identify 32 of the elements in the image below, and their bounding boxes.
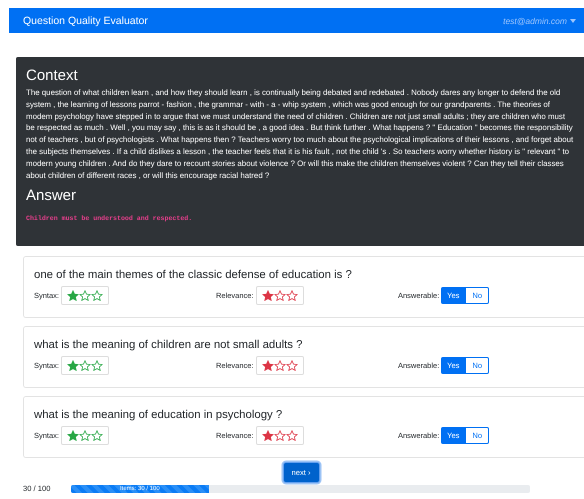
- star-icon[interactable]: [67, 290, 80, 301]
- star-icon[interactable]: [274, 430, 286, 441]
- question-text: what is the meaning of children are not small adults ?: [34, 339, 302, 351]
- star-icon[interactable]: [79, 430, 92, 441]
- star-icon[interactable]: [286, 430, 298, 441]
- star-rating[interactable]: [61, 426, 110, 445]
- star-icon[interactable]: [286, 290, 298, 301]
- star-rating[interactable]: [256, 286, 304, 305]
- question-text: what is the meaning of education in psychology ?: [34, 409, 282, 421]
- user-menu[interactable]: test@admin.com: [503, 16, 576, 26]
- star-rating[interactable]: [256, 356, 304, 375]
- star-icon[interactable]: [274, 360, 286, 371]
- star-icon[interactable]: [286, 360, 298, 371]
- star-icon[interactable]: [262, 360, 274, 371]
- star-icon[interactable]: [79, 290, 92, 301]
- star-icon[interactable]: [67, 360, 80, 371]
- star-icon[interactable]: [274, 290, 286, 301]
- star-rating[interactable]: [256, 426, 304, 445]
- answer-heading: Answer: [26, 187, 78, 204]
- caret-icon: [570, 18, 576, 22]
- star-icon[interactable]: [262, 430, 274, 441]
- star-icon[interactable]: [91, 430, 104, 441]
- context-heading: Context: [26, 67, 79, 84]
- question-text: one of the main themes of the classic defense of education is ?: [34, 269, 352, 281]
- star-icon[interactable]: [262, 290, 274, 301]
- star-icon[interactable]: [67, 430, 80, 441]
- app-title: Question Quality Evaluator: [23, 14, 148, 26]
- star-icon[interactable]: [91, 360, 104, 371]
- star-rating[interactable]: [61, 356, 110, 375]
- star-icon[interactable]: [79, 360, 92, 371]
- star-rating[interactable]: [61, 286, 110, 305]
- star-icon[interactable]: [91, 290, 104, 301]
